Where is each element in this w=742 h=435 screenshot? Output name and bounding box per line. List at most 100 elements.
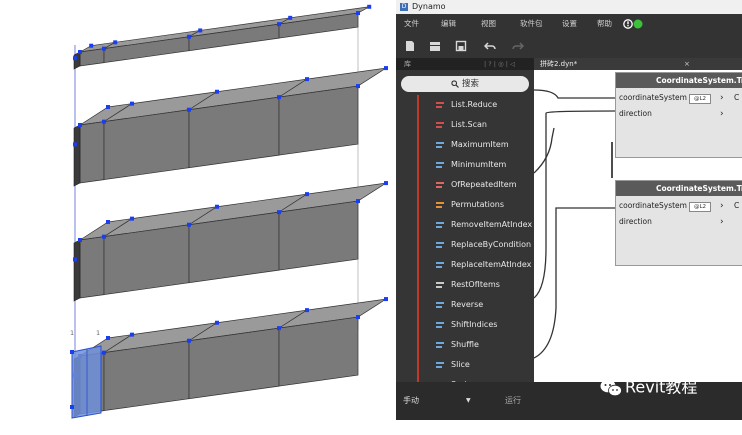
output-port[interactable]: C xyxy=(734,199,739,213)
grip-handle[interactable] xyxy=(102,46,106,51)
menu-edit[interactable]: 编辑 xyxy=(441,14,456,34)
node-coordinatesystem-transform-2[interactable]: CoordinateSystem.Trans coordinateSystem … xyxy=(615,180,742,266)
grip-handle[interactable] xyxy=(106,220,110,224)
redo-icon[interactable] xyxy=(512,40,524,52)
grip-handle[interactable] xyxy=(70,350,74,354)
grip-handle[interactable] xyxy=(102,234,106,239)
grip-handle[interactable] xyxy=(277,95,281,100)
lacing-level-box[interactable]: @L2 xyxy=(689,202,711,212)
grip-handle[interactable] xyxy=(277,210,281,215)
grip-handle[interactable] xyxy=(367,4,372,9)
grip-handle[interactable] xyxy=(106,105,110,109)
grip-label: 1 xyxy=(96,329,101,337)
port-arrow-icon[interactable]: › xyxy=(720,107,724,121)
library-item[interactable]: MinimumItem xyxy=(396,155,534,175)
grip-handle[interactable] xyxy=(356,315,360,320)
library-item[interactable]: RemoveItemAtIndex xyxy=(396,215,534,235)
shuffle-icon xyxy=(436,342,444,348)
grip-handle[interactable] xyxy=(89,43,94,48)
menu-view[interactable]: 视图 xyxy=(481,14,496,34)
grip-handle[interactable] xyxy=(384,297,388,302)
grip-handle[interactable] xyxy=(106,336,110,340)
grip-handle[interactable] xyxy=(356,11,360,16)
grip-handle[interactable] xyxy=(277,326,281,331)
library-item[interactable]: ReplaceItemAtIndex xyxy=(396,255,534,275)
open-file-icon[interactable] xyxy=(429,40,441,52)
grip-handle[interactable] xyxy=(78,123,82,127)
node-title: CoordinateSystem.Trans xyxy=(616,73,742,88)
grip-handle[interactable] xyxy=(187,34,191,39)
library-item[interactable]: Shuffle xyxy=(396,335,534,355)
input-port-coordinatesystem[interactable]: coordinateSystem @L2 › C xyxy=(616,199,742,213)
undo-icon[interactable] xyxy=(484,40,496,52)
grip-handle[interactable] xyxy=(130,216,134,221)
lacing-level-box[interactable]: @L2 xyxy=(689,94,711,104)
grip-handle[interactable] xyxy=(215,89,219,94)
input-port-direction[interactable]: direction › xyxy=(616,107,742,121)
menu-settings[interactable]: 设置 xyxy=(562,14,577,34)
grip-label: 1 xyxy=(70,329,75,337)
save-icon[interactable] xyxy=(455,40,467,52)
library-item[interactable]: OfRepeatedItem xyxy=(396,175,534,195)
grip-handle[interactable] xyxy=(130,332,134,337)
grip-handle[interactable] xyxy=(198,28,203,33)
library-item[interactable]: MaximumItem xyxy=(396,135,534,155)
grip-handle[interactable] xyxy=(305,77,309,82)
library-item[interactable]: List.Scan xyxy=(396,115,534,135)
grip-handle[interactable] xyxy=(130,101,134,106)
new-file-icon[interactable] xyxy=(404,40,416,52)
library-tab-controls[interactable]: | ? | ◎ | ◁ xyxy=(484,58,515,70)
grip-handle[interactable] xyxy=(187,222,191,227)
output-port[interactable]: C xyxy=(734,91,739,105)
grip-handle[interactable] xyxy=(70,405,74,409)
grip-handle[interactable] xyxy=(384,66,388,71)
menu-packages[interactable]: 软件包 xyxy=(520,14,543,34)
grip-handle[interactable] xyxy=(78,50,82,54)
library-search-box[interactable]: 搜索 xyxy=(401,76,529,92)
library-item[interactable]: Slice xyxy=(396,355,534,375)
port-arrow-icon[interactable]: › xyxy=(720,215,724,229)
grip-handle[interactable] xyxy=(384,181,388,186)
grip-handle[interactable] xyxy=(356,199,360,204)
grip-handle[interactable] xyxy=(356,84,360,89)
grip-handle[interactable] xyxy=(102,119,106,124)
node-coordinatesystem-transform-1[interactable]: CoordinateSystem.Trans coordinateSystem … xyxy=(615,72,742,158)
grip-handle[interactable] xyxy=(113,40,118,45)
library-item[interactable]: List.Reduce xyxy=(396,95,534,115)
input-port-direction[interactable]: direction › xyxy=(616,215,742,229)
port-arrow-icon[interactable]: › xyxy=(720,91,724,105)
library-item[interactable]: ReplaceByCondition xyxy=(396,235,534,255)
library-item[interactable]: Permutations xyxy=(396,195,534,215)
grip-handle[interactable] xyxy=(102,350,106,355)
grip-handle[interactable] xyxy=(305,192,309,197)
library-item-label: ShiftIndices xyxy=(451,320,498,329)
grip-handle[interactable] xyxy=(215,204,219,209)
menu-file[interactable]: 文件 xyxy=(404,14,419,34)
workspace-canvas[interactable]: 拼砖2.dyn* × CoordinateSystem.Trans coordi… xyxy=(534,58,742,382)
grip-handle[interactable] xyxy=(288,15,293,20)
menu-help[interactable]: 帮助 xyxy=(597,14,612,34)
grip-handle[interactable] xyxy=(73,257,77,262)
library-item-label: Reverse xyxy=(451,300,484,309)
run-mode-select[interactable]: 手动 xyxy=(403,382,419,420)
library-item[interactable]: ShiftIndices xyxy=(396,315,534,335)
chevron-down-icon[interactable]: ▼ xyxy=(466,382,471,420)
grip-handle[interactable] xyxy=(277,22,281,27)
library-item-label: ReplaceByCondition xyxy=(451,240,532,249)
wechat-logo-icon xyxy=(600,379,622,396)
grip-handle[interactable] xyxy=(78,238,82,242)
run-button[interactable]: 运行 xyxy=(505,382,521,420)
category-indent-bar xyxy=(417,155,419,175)
port-arrow-icon[interactable]: › xyxy=(720,199,724,213)
grip-handle[interactable] xyxy=(215,320,219,325)
grip-handle[interactable] xyxy=(187,107,191,112)
revit-3d-view[interactable]: 1 1 xyxy=(0,0,392,431)
grip-handle[interactable] xyxy=(73,142,77,147)
input-port-coordinatesystem[interactable]: coordinateSystem @L2 › C xyxy=(616,91,742,105)
grip-handle[interactable] xyxy=(187,338,191,343)
library-item[interactable]: RestOfItems xyxy=(396,275,534,295)
library-item[interactable]: Reverse xyxy=(396,295,534,315)
block-end-face xyxy=(73,124,81,187)
grip-handle[interactable] xyxy=(73,56,77,61)
grip-handle[interactable] xyxy=(305,308,309,313)
